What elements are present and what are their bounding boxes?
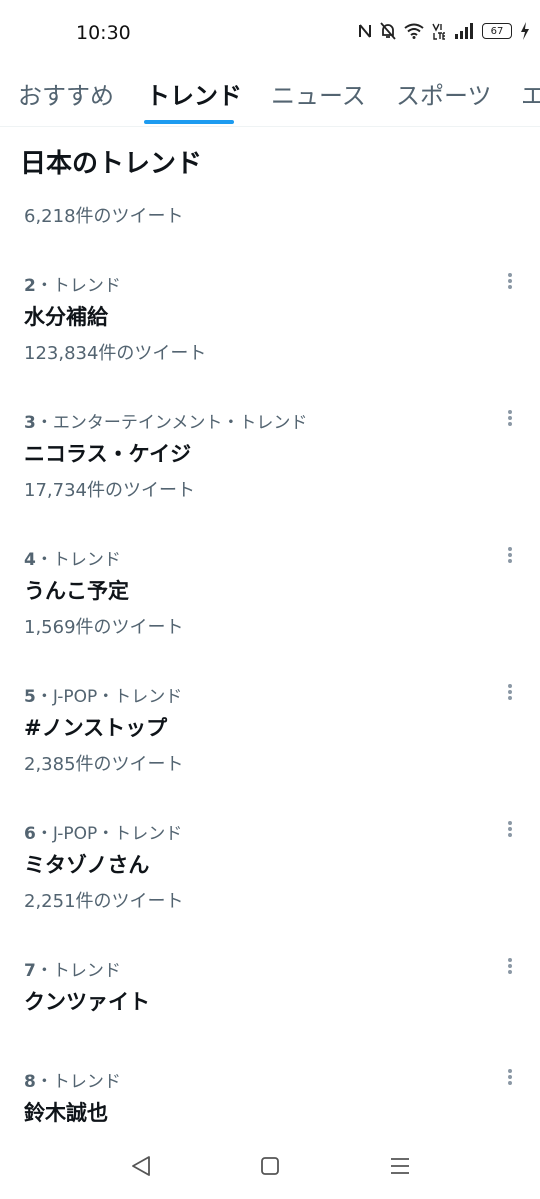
tab-recommended[interactable]: おすすめ: [18, 76, 114, 111]
bell-off-icon: [380, 22, 396, 40]
wifi-icon: [404, 23, 424, 39]
charging-icon: [521, 22, 529, 40]
section-title: 日本のトレンド: [20, 149, 203, 179]
signal-icon: [455, 23, 473, 39]
more-options-icon[interactable]: [500, 680, 520, 704]
home-icon[interactable]: [258, 1154, 282, 1178]
tab-bar: おすすめ トレンド ニュース スポーツ エ: [0, 68, 540, 127]
trend-name: ニコラス・ケイジ: [24, 442, 192, 466]
menu-icon[interactable]: [388, 1154, 412, 1178]
trend-name: うんこ予定: [24, 579, 129, 603]
more-options-icon[interactable]: [500, 817, 520, 841]
trend-meta: 2・トレンド: [24, 276, 121, 296]
trend-name: 鈴木誠也: [24, 1101, 108, 1125]
battery-icon: 67: [482, 23, 512, 39]
trend-meta: 8・トレンド: [24, 1072, 121, 1092]
more-options-icon[interactable]: [500, 406, 520, 430]
trend-meta: 7・トレンド: [24, 961, 121, 981]
back-icon[interactable]: [129, 1154, 153, 1178]
trend-meta: 3・エンターテインメント・トレンド: [24, 413, 308, 433]
tab-sports[interactable]: スポーツ: [396, 76, 492, 111]
nfc-icon: [359, 24, 371, 38]
active-tab-indicator: [144, 120, 234, 124]
trend-meta: 5・J-POP・トレンド: [24, 687, 183, 707]
more-options-icon[interactable]: [500, 543, 520, 567]
more-options-icon[interactable]: [500, 1065, 520, 1089]
trend-meta: 4・トレンド: [24, 550, 121, 570]
more-options-icon[interactable]: [500, 269, 520, 293]
trend-name: 水分補給: [24, 305, 108, 329]
tab-news[interactable]: ニュース: [271, 76, 366, 111]
more-options-icon[interactable]: [500, 954, 520, 978]
tab-entertainment[interactable]: エ: [521, 76, 540, 111]
trend-count: 17,734件のツイート: [24, 480, 195, 501]
trend-name: ミタゾノさん: [24, 853, 150, 877]
trend-name: #ノンストップ: [24, 716, 168, 740]
trend-count: 2,385件のツイート: [24, 754, 184, 775]
status-icons: 67: [358, 22, 530, 40]
trend-count: 6,218件のツイート: [24, 206, 184, 227]
system-nav-bar: [0, 1134, 540, 1199]
trend-meta: 6・J-POP・トレンド: [24, 824, 183, 844]
trend-count: 1,569件のツイート: [24, 617, 184, 638]
volte-icon: [432, 23, 445, 40]
tab-trends[interactable]: トレンド: [146, 76, 242, 111]
status-bar: 10:30 67: [0, 0, 540, 68]
status-time: 10:30: [76, 22, 131, 44]
trend-count: 123,834件のツイート: [24, 343, 207, 364]
trend-count: 2,251件のツイート: [24, 891, 184, 912]
trend-name: クンツァイト: [24, 990, 150, 1014]
